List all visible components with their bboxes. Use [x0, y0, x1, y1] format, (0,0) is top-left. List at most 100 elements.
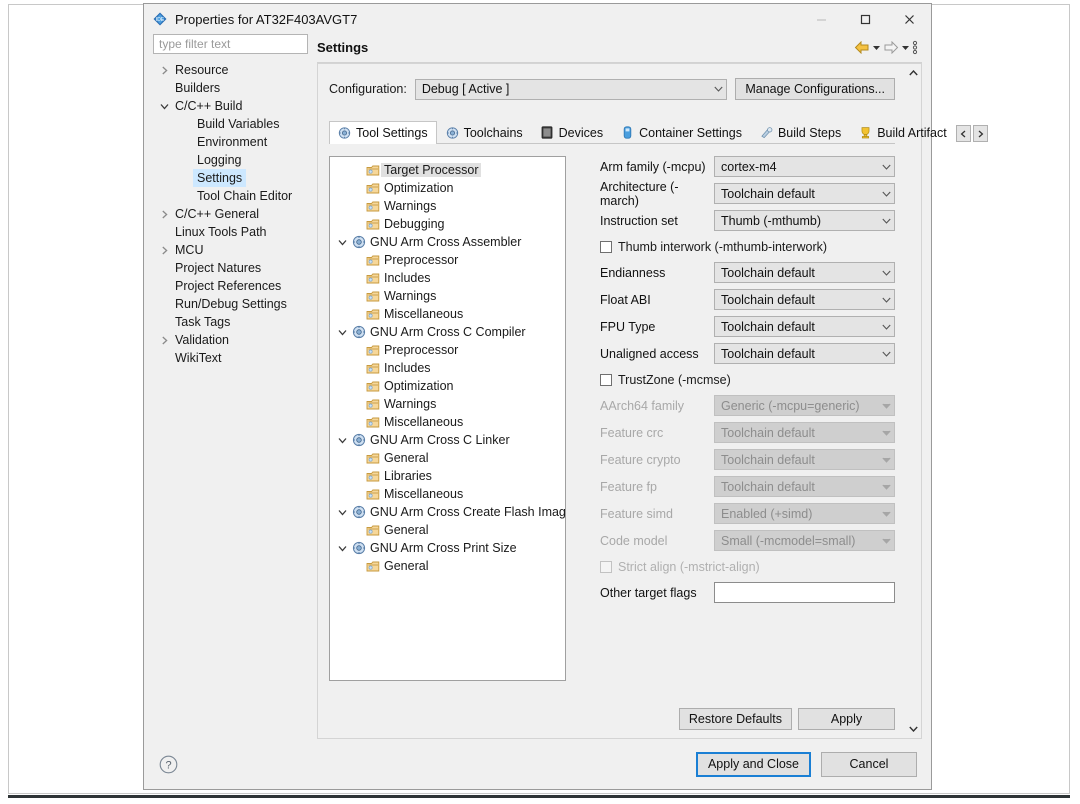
tab-tool-settings[interactable]: Tool Settings — [329, 121, 437, 144]
tool-tree-item-gnu-arm-cross-create-flash-image[interactable]: GNU Arm Cross Create Flash Image — [330, 503, 565, 521]
configuration-select[interactable]: Debug [ Active ] — [415, 79, 728, 100]
tool-tree-item-general[interactable]: General — [330, 521, 565, 539]
tab-build-steps[interactable]: Build Steps — [751, 121, 850, 143]
tool-tree-item-optimization[interactable]: Optimization — [330, 377, 565, 395]
tool-tree-item-general[interactable]: General — [330, 449, 565, 467]
tool-tree-item-warnings[interactable]: Warnings — [330, 287, 565, 305]
select-value-feature-fp: Toolchain default — [721, 480, 815, 494]
tool-tree-item-gnu-arm-cross-assembler[interactable]: GNU Arm Cross Assembler — [330, 233, 565, 251]
maximize-icon[interactable] — [843, 4, 887, 34]
sidebar-item-logging[interactable]: Logging — [153, 151, 308, 169]
chevron-right-icon[interactable] — [157, 336, 171, 345]
chevron-down-icon[interactable] — [334, 508, 350, 517]
sidebar-item-project-references[interactable]: Project References — [153, 277, 308, 295]
tool-tree-item-preprocessor[interactable]: Preprocessor — [330, 341, 565, 359]
sidebar-item-label: MCU — [171, 241, 207, 259]
back-arrow-icon[interactable] — [854, 38, 870, 56]
chevron-right-icon[interactable] — [157, 66, 171, 75]
sidebar-item-wikitext[interactable]: WikiText — [153, 349, 308, 367]
tool-tree-item-gnu-arm-cross-c-compiler[interactable]: GNU Arm Cross C Compiler — [330, 323, 565, 341]
sidebar-item-c-c-general[interactable]: C/C++ General — [153, 205, 308, 223]
checkbox-row-trustzone-mcmse[interactable]: TrustZone (-mcmse) — [600, 370, 895, 389]
page-icon — [364, 398, 381, 411]
scroll-right-icon[interactable] — [973, 125, 988, 142]
tab-toolchains[interactable]: Toolchains — [437, 121, 532, 143]
back-menu-chevron-down-icon[interactable] — [872, 38, 881, 56]
minimize-icon[interactable] — [799, 4, 843, 34]
sidebar-item-tool-chain-editor[interactable]: Tool Chain Editor — [153, 187, 308, 205]
tab-build-artifact[interactable]: Build Artifact — [850, 121, 955, 143]
tool-tree-item-gnu-arm-cross-c-linker[interactable]: GNU Arm Cross C Linker — [330, 431, 565, 449]
tool-tree-item-miscellaneous[interactable]: Miscellaneous — [330, 485, 565, 503]
chevron-down-icon[interactable] — [334, 436, 350, 445]
close-icon[interactable] — [887, 4, 931, 34]
manage-configurations-button[interactable]: Manage Configurations... — [735, 78, 895, 100]
chevron-down-icon — [876, 164, 891, 170]
tab-devices[interactable]: Devices — [532, 121, 612, 143]
sidebar-item-project-natures[interactable]: Project Natures — [153, 259, 308, 277]
chevron-down-icon[interactable] — [334, 544, 350, 553]
sidebar-item-builders[interactable]: Builders — [153, 79, 308, 97]
tool-tree-item-preprocessor[interactable]: Preprocessor — [330, 251, 565, 269]
select-float-abi[interactable]: Toolchain default — [714, 289, 895, 310]
select-instruction-set[interactable]: Thumb (-mthumb) — [714, 210, 895, 231]
scroll-left-icon[interactable] — [956, 125, 971, 142]
sidebar-item-mcu[interactable]: MCU — [153, 241, 308, 259]
sidebar-item-build-variables[interactable]: Build Variables — [153, 115, 308, 133]
restore-defaults-button[interactable]: Restore Defaults — [679, 708, 792, 730]
sidebar-item-validation[interactable]: Validation — [153, 331, 308, 349]
scroll-up-icon[interactable] — [909, 66, 918, 80]
sidebar-item-run-debug-settings[interactable]: Run/Debug Settings — [153, 295, 308, 313]
chevron-down-icon[interactable] — [334, 328, 350, 337]
tool-tree-item-target-processor[interactable]: Target Processor — [330, 161, 565, 179]
tool-tree-item-debugging[interactable]: Debugging — [330, 215, 565, 233]
sidebar-item-resource[interactable]: Resource — [153, 61, 308, 79]
page-toolbar — [854, 38, 922, 56]
help-icon[interactable]: ? — [158, 754, 178, 774]
tool-tree-item-libraries[interactable]: Libraries — [330, 467, 565, 485]
scroll-down-icon[interactable] — [909, 722, 918, 736]
sidebar-item-c-c-build[interactable]: C/C++ Build — [153, 97, 308, 115]
sidebar-item-environment[interactable]: Environment — [153, 133, 308, 151]
sidebar-item-label: Run/Debug Settings — [171, 295, 291, 313]
view-menu-icon[interactable] — [912, 38, 918, 56]
apply-and-close-button[interactable]: Apply and Close — [696, 752, 811, 777]
search-input[interactable]: type filter text — [153, 34, 308, 54]
checkbox-trustzone-mcmse[interactable] — [600, 374, 612, 386]
chevron-right-icon[interactable] — [157, 210, 171, 219]
forward-arrow-icon[interactable] — [883, 38, 899, 56]
cancel-button[interactable]: Cancel — [821, 752, 917, 777]
tab-container-settings[interactable]: Container Settings — [612, 121, 751, 143]
tool-tree-item-warnings[interactable]: Warnings — [330, 395, 565, 413]
properties-tree[interactable]: ResourceBuildersC/C++ BuildBuild Variabl… — [153, 61, 308, 739]
checkbox-row-thumb-interwork-mthumb-interwork[interactable]: Thumb interwork (-mthumb-interwork) — [600, 237, 895, 256]
checkbox-thumb-interwork-mthumb-interwork[interactable] — [600, 241, 612, 253]
tool-tree-item-miscellaneous[interactable]: Miscellaneous — [330, 413, 565, 431]
sidebar-item-settings[interactable]: Settings — [153, 169, 308, 187]
chevron-down-icon[interactable] — [157, 102, 171, 111]
chevron-down-icon[interactable] — [334, 238, 350, 247]
sidebar-item-task-tags[interactable]: Task Tags — [153, 313, 308, 331]
tool-tree-item-general[interactable]: General — [330, 557, 565, 575]
select-fpu-type[interactable]: Toolchain default — [714, 316, 895, 337]
sidebar-item-linux-tools-path[interactable]: Linux Tools Path — [153, 223, 308, 241]
input-other-target-flags[interactable] — [714, 582, 895, 603]
tool-tree-item-miscellaneous[interactable]: Miscellaneous — [330, 305, 565, 323]
tool-tree-item-label: Warnings — [381, 199, 439, 213]
configuration-row: Configuration: Debug [ Active ] Manage C… — [318, 64, 906, 100]
chevron-right-icon[interactable] — [157, 246, 171, 255]
tool-tree-item-includes[interactable]: Includes — [330, 269, 565, 287]
tool-settings-tree[interactable]: Target ProcessorOptimizationWarningsDebu… — [329, 156, 566, 681]
settings-scrollbar[interactable] — [906, 63, 922, 739]
tool-tree-item-optimization[interactable]: Optimization — [330, 179, 565, 197]
select-architecture-march[interactable]: Toolchain default — [714, 183, 895, 204]
select-unaligned-access[interactable]: Toolchain default — [714, 343, 895, 364]
tool-tree-item-gnu-arm-cross-print-size[interactable]: GNU Arm Cross Print Size — [330, 539, 565, 557]
tool-tree-item-label: GNU Arm Cross Print Size — [367, 541, 520, 555]
tool-tree-item-includes[interactable]: Includes — [330, 359, 565, 377]
select-arm-family-mcpu[interactable]: cortex-m4 — [714, 156, 895, 177]
forward-menu-chevron-down-icon[interactable] — [901, 38, 910, 56]
tool-tree-item-warnings[interactable]: Warnings — [330, 197, 565, 215]
select-endianness[interactable]: Toolchain default — [714, 262, 895, 283]
apply-button[interactable]: Apply — [798, 708, 895, 730]
